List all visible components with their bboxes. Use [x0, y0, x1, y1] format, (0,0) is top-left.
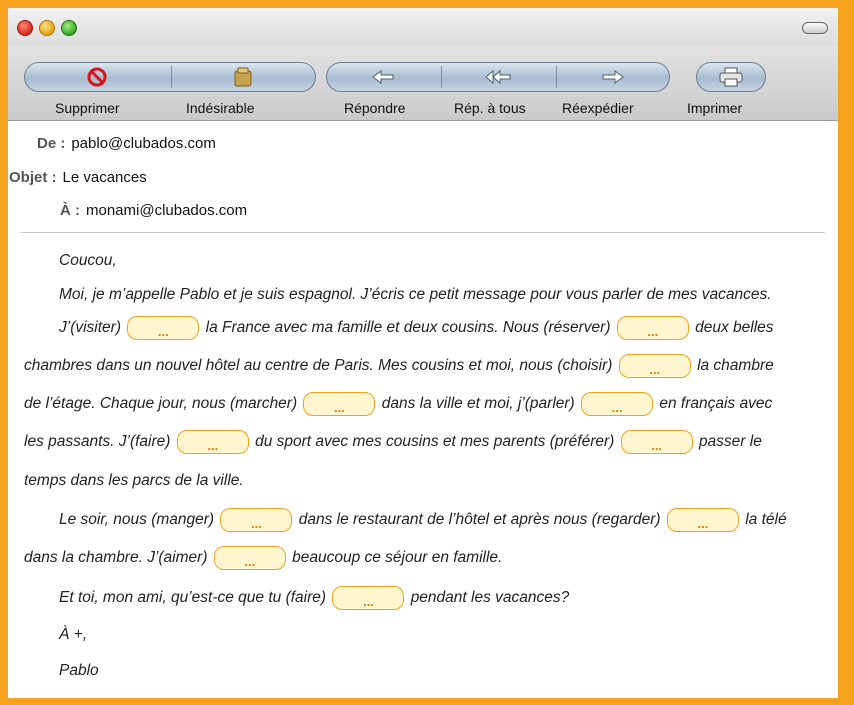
sentence-fragment: Le soir, nous (manger) [59, 511, 215, 529]
mail-window: Supprimer Indésirable Répondre Rép. à to… [8, 8, 838, 698]
delete-label: Supprimer [55, 100, 120, 116]
sentence-fragment: la France avec ma famille et deux cousin… [205, 319, 611, 337]
sentence-fragment: pendant les vacances? [410, 589, 570, 607]
from-value[interactable]: pablo@clubados.com [71, 135, 215, 152]
sentence-fragment: beaucoup ce séjour en famille. [292, 549, 503, 567]
delete-button[interactable] [24, 62, 170, 92]
answer-blank[interactable]: ... [176, 430, 249, 454]
to-key: À : [60, 202, 80, 219]
reply-all-label: Rép. à tous [454, 100, 526, 116]
body-line: temps dans les parcs de la ville. [24, 472, 244, 489]
sentence-fragment: deux belles [695, 319, 774, 337]
sentence-fragment: dans la chambre. J’(aimer) [24, 549, 208, 567]
reply-label: Répondre [344, 100, 406, 116]
body-line: J’(visiter) ... la France avec ma famill… [59, 316, 774, 340]
from-key: De : [37, 135, 66, 152]
body-line: chambres dans un nouvel hôtel au centre … [24, 354, 774, 378]
greeting: Coucou, [59, 252, 117, 269]
body-line: Moi, je m’appelle Pablo et je suis espag… [59, 286, 772, 303]
answer-blank[interactable]: ... [220, 508, 293, 532]
answer-blank[interactable]: ... [666, 508, 739, 532]
sentence-fragment: passer le [698, 433, 762, 451]
sentence-fragment: la télé [745, 511, 787, 529]
sentence-fragment: la chambre [697, 357, 774, 375]
answer-blank[interactable]: ... [213, 546, 286, 570]
sentence-fragment: de l’étage. Chaque jour, nous (marcher) [24, 395, 298, 413]
body-line: dans la chambre. J’(aimer) ... beaucoup … [24, 546, 502, 570]
print-button[interactable] [696, 62, 766, 92]
toolbar-toggle-button[interactable] [802, 22, 828, 34]
sentence-fragment: chambres dans un nouvel hôtel au centre … [24, 357, 613, 375]
sentence-fragment: J’(visiter) [59, 319, 121, 337]
subject-row: Objet : Le vacances [9, 169, 147, 186]
to-row: À : monami@clubados.com [60, 202, 247, 219]
toolbar: Supprimer Indésirable Répondre Rép. à to… [8, 46, 838, 121]
title-bar [8, 8, 838, 46]
printer-icon [718, 67, 744, 87]
junk-button[interactable] [170, 62, 316, 92]
reply-all-button[interactable] [440, 62, 555, 92]
to-value[interactable]: monami@clubados.com [86, 202, 247, 219]
reply-button[interactable] [326, 62, 440, 92]
body-line: de l’étage. Chaque jour, nous (marcher) … [24, 392, 772, 416]
body-line: Et toi, mon ami, qu’est-ce que tu (faire… [59, 586, 569, 610]
answer-blank[interactable]: ... [332, 586, 405, 610]
signature: Pablo [59, 662, 99, 679]
reply-arrow-icon [371, 69, 395, 85]
from-row: De : pablo@clubados.com [37, 135, 216, 152]
reply-all-arrow-icon [484, 69, 512, 85]
subject-key: Objet : [9, 169, 57, 186]
body-line: Le soir, nous (manger) ... dans le resta… [59, 508, 787, 532]
answer-blank[interactable]: ... [618, 354, 691, 378]
answer-blank[interactable]: ... [127, 316, 200, 340]
forward-label: Réexpédier [562, 100, 634, 116]
close-window-button[interactable] [17, 20, 33, 36]
body-line: les passants. J’(faire) ... du sport ave… [24, 430, 762, 454]
no-entry-icon [87, 67, 107, 87]
closing: À +, [59, 626, 88, 643]
sentence-fragment: dans le restaurant de l’hôtel et après n… [298, 511, 661, 529]
header-divider [20, 232, 825, 233]
sentence-fragment: dans la ville et moi, j’(parler) [381, 395, 575, 413]
answer-blank[interactable]: ... [616, 316, 689, 340]
forward-button[interactable] [555, 62, 670, 92]
zoom-window-button[interactable] [61, 20, 77, 36]
answer-blank[interactable]: ... [581, 392, 654, 416]
subject-value: Le vacances [62, 169, 147, 186]
sentence-fragment: Et toi, mon ami, qu’est-ce que tu (faire… [59, 589, 327, 607]
junk-bag-icon [232, 66, 254, 88]
sentence-fragment: les passants. J’(faire) [24, 433, 171, 451]
minimize-window-button[interactable] [39, 20, 55, 36]
junk-label: Indésirable [186, 100, 255, 116]
forward-arrow-icon [601, 69, 625, 85]
answer-blank[interactable]: ... [620, 430, 693, 454]
answer-blank[interactable]: ... [303, 392, 376, 416]
sentence-fragment: en français avec [659, 395, 773, 413]
print-label: Imprimer [687, 100, 743, 116]
sentence-fragment: du sport avec mes cousins et mes parents… [255, 433, 615, 451]
